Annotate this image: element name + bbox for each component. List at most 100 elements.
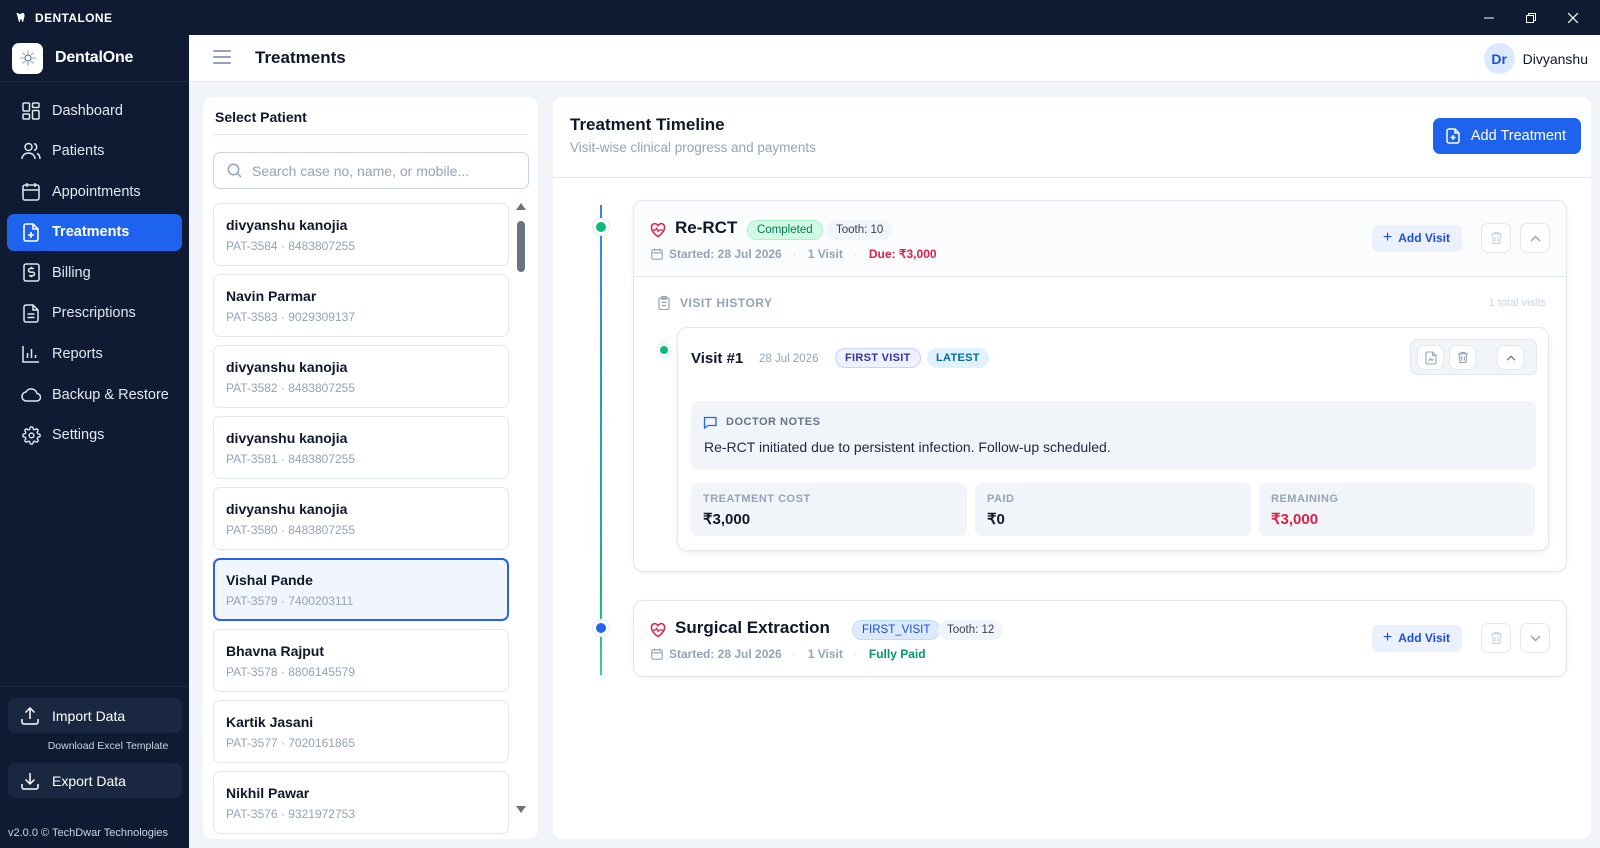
scroll-down-icon[interactable]: [516, 806, 526, 813]
add-treatment-button[interactable]: Add Treatment: [1432, 118, 1581, 154]
patient-item[interactable]: Kartik Jasani PAT-3577 · 7020161865: [213, 700, 509, 763]
payment-status: Fully Paid: [868, 647, 926, 661]
sidebar-nav: Dashboard Patients Appointments Treatmen…: [7, 92, 182, 457]
brand: DentalOne: [0, 35, 189, 82]
patient-name: divyanshu kanojia: [226, 217, 348, 233]
scroll-up-icon[interactable]: [516, 203, 526, 210]
patient-item[interactable]: divyanshu kanojia PAT-3582 · 8483807255: [213, 345, 509, 408]
import-data-button[interactable]: Import Data: [8, 698, 182, 733]
file-signature-icon: [1424, 350, 1437, 365]
add-visit-label: Add Visit: [1398, 231, 1450, 245]
patient-item[interactable]: divyanshu kanojia PAT-3581 · 8483807255: [213, 416, 509, 479]
user-menu[interactable]: Dr Divyanshu: [1483, 43, 1588, 74]
sidebar-item-billing[interactable]: Billing: [7, 254, 182, 291]
sidebar-item-label: Dashboard: [52, 102, 123, 119]
delete-treatment-button[interactable]: [1481, 223, 1511, 253]
sidebar-item-appointments[interactable]: Appointments: [7, 173, 182, 210]
timeline-header: Treatment Timeline Visit-wise clinical p…: [553, 97, 1591, 178]
doctor-notes-label: DOCTOR NOTES: [726, 416, 821, 428]
patient-item-selected[interactable]: Vishal Pande PAT-3579 · 7400203111: [213, 558, 509, 621]
visit-history-header: VISIT HISTORY: [658, 296, 773, 310]
plus-icon: +: [1382, 629, 1393, 646]
collapse-visit-button[interactable]: [1497, 345, 1524, 370]
add-visit-button[interactable]: + Add Visit: [1371, 624, 1462, 652]
delete-visit-button[interactable]: [1449, 345, 1476, 370]
divider: [213, 134, 528, 135]
restore-icon[interactable]: [1510, 0, 1552, 35]
delete-treatment-button[interactable]: [1481, 623, 1511, 653]
patient-search[interactable]: [213, 152, 529, 189]
treatment-actions: + Add Visit: [1371, 223, 1550, 253]
remaining-box: REMAINING ₹3,000: [1259, 483, 1535, 536]
patient-item[interactable]: Nikhil Pawar PAT-3576 · 9321972753: [213, 771, 509, 834]
treatment-meta: Started: 28 Jul 2026 · 1 Visit · Fully P…: [651, 647, 926, 661]
search-input[interactable]: [252, 162, 522, 179]
add-visit-button[interactable]: + Add Visit: [1371, 224, 1462, 252]
treatment-actions: + Add Visit: [1371, 623, 1550, 653]
patient-item[interactable]: divyanshu kanojia PAT-3580 · 8483807255: [213, 487, 509, 550]
title-bar: DENTALONE: [0, 0, 1600, 35]
generate-prescription-button[interactable]: [1417, 345, 1444, 370]
timeline-panel: Treatment Timeline Visit-wise clinical p…: [553, 97, 1591, 839]
chevron-down-icon: [1530, 635, 1540, 641]
paid-label: PAID: [987, 493, 1015, 505]
sidebar-item-backup-restore[interactable]: Backup & Restore: [7, 376, 182, 413]
tooth-badge: Tooth: 12: [938, 620, 1004, 640]
sidebar-item-prescriptions[interactable]: Prescriptions: [7, 295, 182, 332]
meta-separator: ·: [853, 647, 858, 661]
visit-card-header[interactable]: Visit #1 28 Jul 2026 FIRST VISIT LATEST: [678, 328, 1548, 390]
patient-name: Kartik Jasani: [226, 714, 314, 730]
window-controls: [1468, 0, 1594, 35]
download-template-link[interactable]: Download Excel Template: [0, 740, 189, 752]
bar-chart-icon: [21, 344, 41, 364]
scroll-thumb[interactable]: [517, 221, 525, 272]
sidebar-item-reports[interactable]: Reports: [7, 336, 182, 373]
doctor-notes-text: Re-RCT initiated due to persistent infec…: [704, 439, 1111, 455]
patient-list-scrollbar[interactable]: [515, 203, 527, 813]
timeline-line: [600, 205, 602, 625]
paid-box: PAID ₹0: [975, 483, 1251, 536]
sidebar-item-dashboard[interactable]: Dashboard: [7, 92, 182, 129]
brand-logo-icon: [12, 42, 43, 74]
patient-meta: PAT-3581 · 8483807255: [226, 452, 355, 466]
sidebar-item-settings[interactable]: Settings: [7, 417, 182, 454]
add-visit-label: Add Visit: [1398, 631, 1450, 645]
timeline-dot-active: [593, 620, 609, 636]
user-name: Divyanshu: [1522, 50, 1588, 67]
payment-status: Due: ₹3,000: [868, 247, 937, 261]
treatment-cost-value: ₹3,000: [703, 511, 751, 528]
timeline-subtitle: Visit-wise clinical progress and payment…: [570, 140, 816, 155]
remaining-label: REMAINING: [1271, 493, 1339, 505]
patient-item[interactable]: divyanshu kanojia PAT-3584 · 8483807255: [213, 203, 509, 266]
patient-item[interactable]: Bhavna Rajput PAT-3578 · 8806145579: [213, 629, 509, 692]
brand-name: DentalOne: [55, 49, 134, 66]
trash-icon: [1490, 631, 1502, 645]
treatment-card-header[interactable]: Re-RCT Completed Tooth: 10 Started: 28 J…: [634, 201, 1566, 277]
minimize-icon[interactable]: [1468, 0, 1510, 35]
visit-card: Visit #1 28 Jul 2026 FIRST VISIT LATEST: [677, 327, 1549, 551]
import-data-label: Import Data: [52, 707, 126, 724]
sidebar-item-patients[interactable]: Patients: [7, 133, 182, 170]
search-icon: [227, 163, 242, 178]
calendar-icon: [651, 248, 663, 260]
close-icon[interactable]: [1552, 0, 1594, 35]
treatment-card-header[interactable]: Surgical Extraction FIRST_VISIT Tooth: 1…: [634, 601, 1566, 677]
export-data-label: Export Data: [52, 772, 126, 789]
collapse-button[interactable]: [1520, 223, 1550, 253]
expand-button[interactable]: [1520, 623, 1550, 653]
export-data-button[interactable]: Export Data: [8, 763, 182, 798]
message-icon: [703, 415, 718, 429]
sidebar-item-treatments[interactable]: Treatments: [7, 213, 182, 251]
file-plus-icon: [1446, 128, 1462, 144]
trash-icon: [1490, 231, 1502, 245]
menu-toggle-icon[interactable]: [213, 50, 231, 66]
window-title: DENTALONE: [35, 10, 113, 25]
patient-meta: PAT-3580 · 8483807255: [226, 523, 355, 537]
visit-date: 28 Jul 2026: [759, 353, 819, 365]
doctor-notes-header: DOCTOR NOTES: [703, 415, 820, 429]
patient-item[interactable]: Navin Parmar PAT-3583 · 9029309137: [213, 274, 509, 337]
patient-name: divyanshu kanojia: [226, 501, 348, 517]
cloud-icon: [21, 385, 41, 405]
file-plus-icon: [21, 222, 41, 242]
treatment-name: Surgical Extraction: [675, 618, 830, 637]
